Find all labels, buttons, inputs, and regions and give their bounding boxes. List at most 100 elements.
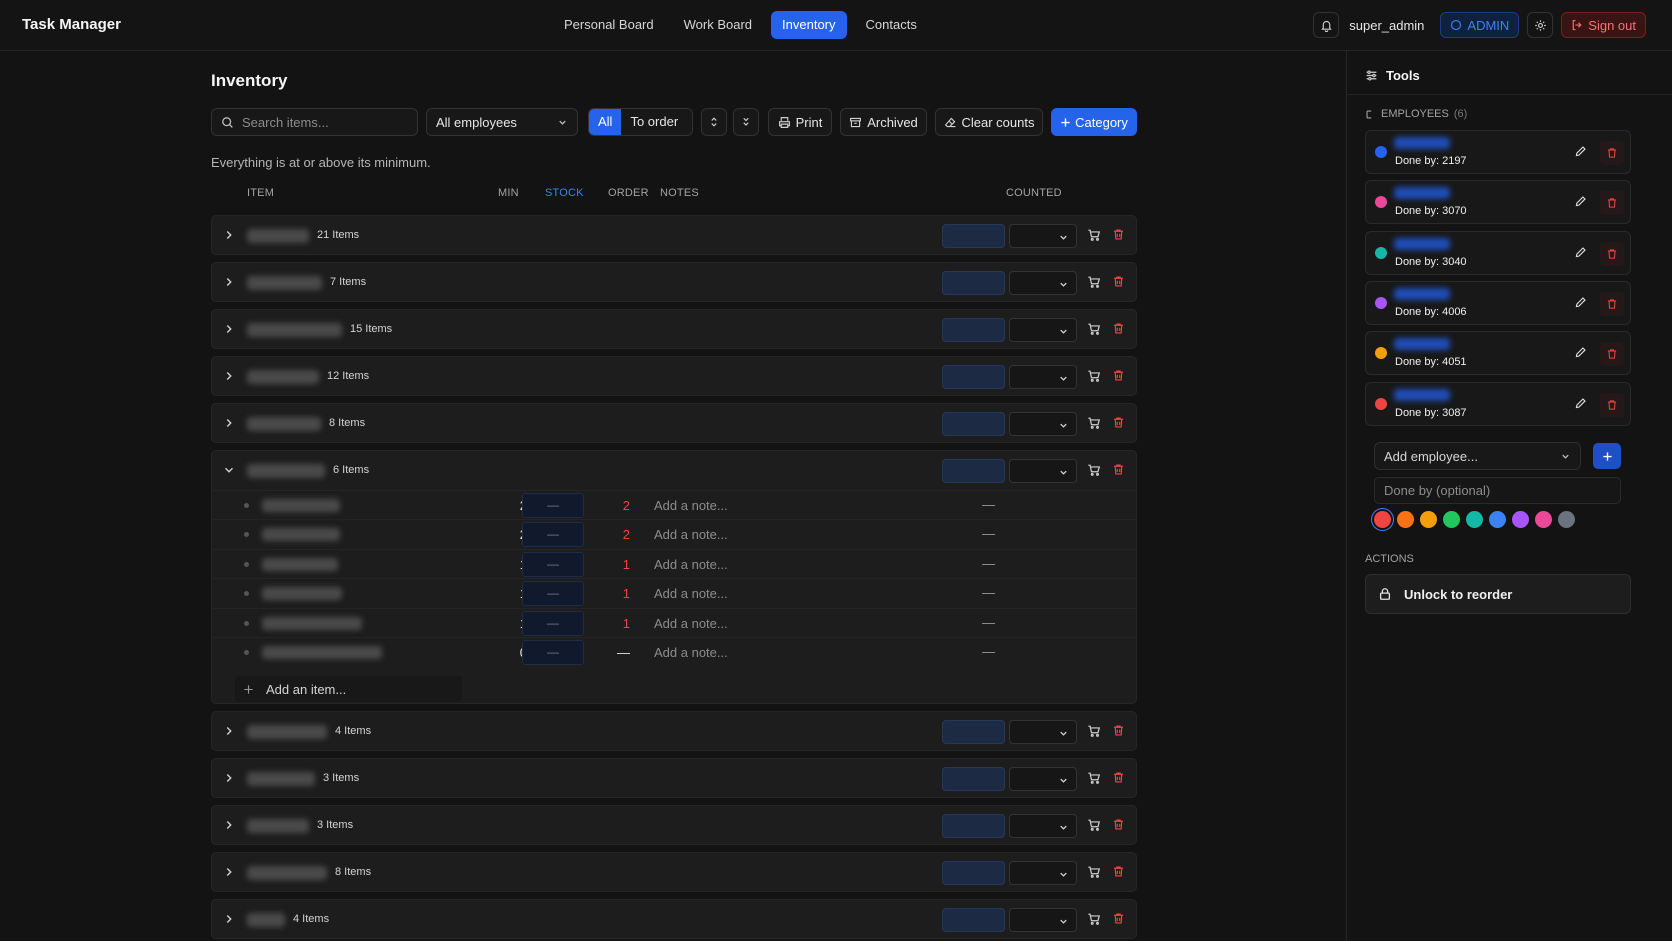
cart-icon[interactable] — [1087, 865, 1101, 879]
unlock-reorder-button[interactable]: Unlock to reorder — [1365, 574, 1631, 614]
chevron-right-icon[interactable] — [222, 912, 236, 926]
item-name[interactable] — [262, 528, 340, 542]
item-name[interactable] — [262, 499, 340, 512]
add-employee-button[interactable] — [1593, 443, 1621, 469]
cart-icon[interactable] — [1087, 228, 1101, 242]
color-swatch[interactable] — [1397, 511, 1414, 528]
color-swatch[interactable] — [1535, 511, 1552, 528]
chevron-right-icon[interactable] — [222, 322, 236, 336]
item-name[interactable] — [262, 646, 382, 659]
color-swatch[interactable] — [1512, 511, 1529, 528]
category-counted-field[interactable] — [942, 365, 1005, 389]
category-row[interactable]: 21 Items — [211, 215, 1137, 255]
cart-icon[interactable] — [1087, 912, 1101, 926]
cart-icon[interactable] — [1087, 275, 1101, 289]
color-swatch[interactable] — [1443, 511, 1460, 528]
tab-inventory[interactable]: Inventory — [771, 11, 847, 39]
category-counted-select[interactable] — [1009, 459, 1077, 483]
item-stock-input[interactable]: — — [522, 581, 584, 607]
color-swatch[interactable] — [1489, 511, 1506, 528]
category-counted-field[interactable] — [942, 318, 1005, 342]
delete-employee-button[interactable] — [1600, 241, 1624, 266]
item-note-input[interactable]: Add a note... — [654, 586, 728, 601]
pencil-icon[interactable] — [1574, 346, 1587, 359]
done-by-input[interactable] — [1384, 483, 1604, 498]
category-counted-select[interactable] — [1009, 412, 1077, 436]
category-row[interactable]: 8 Items — [211, 403, 1137, 443]
item-note-input[interactable]: Add a note... — [654, 527, 728, 542]
category-counted-field[interactable] — [942, 224, 1005, 248]
segment-all[interactable]: All — [589, 109, 622, 135]
col-stock[interactable]: STOCK — [545, 187, 584, 199]
tab-personal-board[interactable]: Personal Board — [553, 11, 665, 39]
category-counted-field[interactable] — [942, 767, 1005, 791]
chevron-right-icon[interactable] — [222, 228, 236, 242]
category-row[interactable]: 15 Items — [211, 309, 1137, 349]
add-category-button[interactable]: Category — [1051, 108, 1137, 136]
category-counted-field[interactable] — [942, 412, 1005, 436]
category-counted-select[interactable] — [1009, 814, 1077, 838]
chevron-right-icon[interactable] — [222, 771, 236, 785]
trash-icon[interactable] — [1112, 416, 1125, 429]
category-counted-field[interactable] — [942, 814, 1005, 838]
category-row[interactable]: 4 Items — [211, 899, 1137, 939]
item-note-input[interactable]: Add a note... — [654, 616, 728, 631]
category-counted-field[interactable] — [942, 720, 1005, 744]
chevron-right-icon[interactable] — [222, 724, 236, 738]
cart-icon[interactable] — [1087, 322, 1101, 336]
category-counted-select[interactable] — [1009, 318, 1077, 342]
item-note-input[interactable]: Add a note... — [654, 645, 728, 660]
color-swatch[interactable] — [1558, 511, 1575, 528]
expand-all-button[interactable] — [701, 108, 727, 136]
cart-icon[interactable] — [1087, 771, 1101, 785]
clear-counts-button[interactable]: Clear counts — [935, 108, 1043, 136]
chevron-down-icon[interactable] — [222, 463, 236, 477]
color-swatch[interactable] — [1420, 511, 1437, 528]
trash-icon[interactable] — [1112, 865, 1125, 878]
delete-employee-button[interactable] — [1600, 392, 1624, 417]
pencil-icon[interactable] — [1574, 145, 1587, 158]
color-swatch[interactable] — [1466, 511, 1483, 528]
cart-icon[interactable] — [1087, 818, 1101, 832]
category-row[interactable]: 7 Items — [211, 262, 1137, 302]
tab-contacts[interactable]: Contacts — [855, 11, 928, 39]
trash-icon[interactable] — [1112, 771, 1125, 784]
bell-icon[interactable] — [1313, 12, 1340, 38]
category-row[interactable]: 8 Items — [211, 852, 1137, 892]
item-note-input[interactable]: Add a note... — [654, 557, 728, 572]
category-counted-select[interactable] — [1009, 861, 1077, 885]
item-name[interactable] — [262, 557, 338, 571]
cart-icon[interactable] — [1087, 724, 1101, 738]
category-counted-select[interactable] — [1009, 365, 1077, 389]
category-counted-field[interactable] — [942, 908, 1005, 932]
trash-icon[interactable] — [1112, 818, 1125, 831]
trash-icon[interactable] — [1112, 724, 1125, 737]
chevron-right-icon[interactable] — [222, 416, 236, 430]
collapse-all-button[interactable] — [733, 108, 759, 136]
pencil-icon[interactable] — [1574, 195, 1587, 208]
add-employee-select[interactable]: Add employee... — [1374, 442, 1581, 470]
item-stock-input[interactable]: — — [522, 551, 584, 577]
trash-icon[interactable] — [1112, 228, 1125, 241]
trash-icon[interactable] — [1112, 369, 1125, 382]
delete-employee-button[interactable] — [1600, 342, 1624, 367]
pencil-icon[interactable] — [1574, 296, 1587, 309]
color-swatch[interactable] — [1374, 511, 1391, 528]
add-item-button[interactable]: Add an item... — [235, 676, 462, 702]
item-stock-input[interactable]: — — [522, 493, 584, 518]
item-stock-input[interactable]: — — [522, 610, 584, 636]
segment-to-order[interactable]: To order — [621, 109, 687, 135]
search-input[interactable] — [242, 114, 412, 130]
sign-out-button[interactable]: Sign out — [1561, 12, 1646, 38]
item-name[interactable] — [262, 616, 362, 630]
chevron-right-icon[interactable] — [222, 865, 236, 879]
cart-icon[interactable] — [1087, 463, 1101, 477]
category-row[interactable]: 3 Items — [211, 758, 1137, 798]
trash-icon[interactable] — [1112, 463, 1125, 476]
trash-icon[interactable] — [1112, 322, 1125, 335]
employee-filter-select[interactable]: All employees — [426, 108, 578, 136]
category-counted-select[interactable] — [1009, 271, 1077, 295]
item-stock-input[interactable]: — — [522, 640, 584, 665]
settings-button[interactable] — [1527, 12, 1554, 38]
category-counted-select[interactable] — [1009, 767, 1077, 791]
